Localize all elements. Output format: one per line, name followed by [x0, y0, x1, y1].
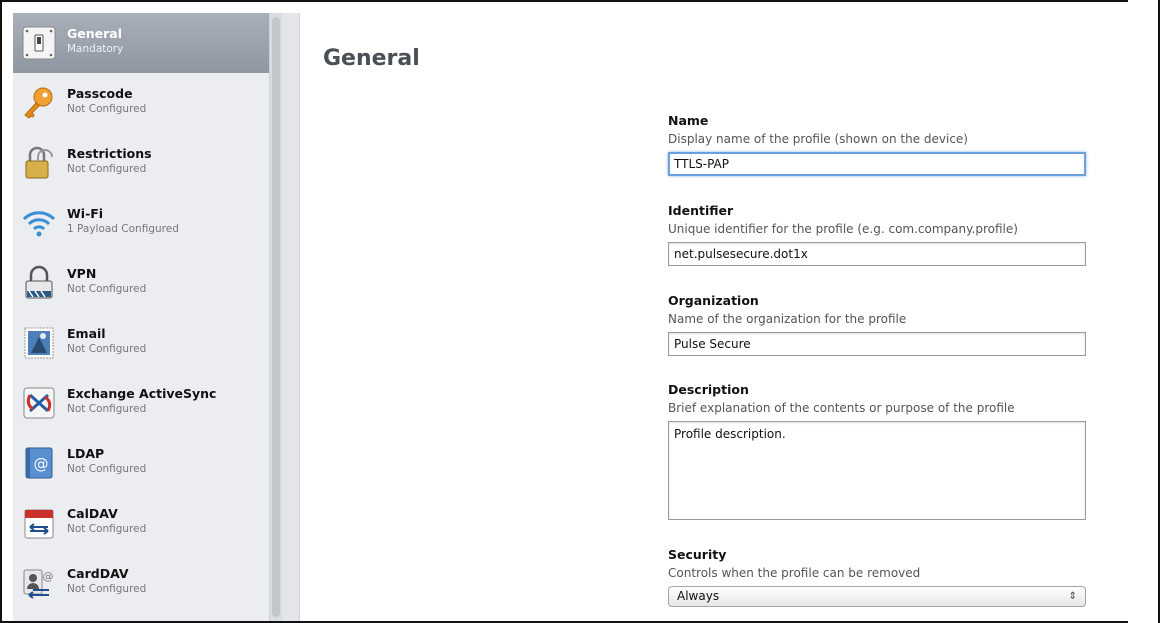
sidebar-item-general[interactable]: General Mandatory: [13, 13, 269, 73]
sidebar-item-ldap[interactable]: @ LDAP Not Configured: [13, 433, 269, 493]
sidebar-item-title: Restrictions: [67, 146, 152, 161]
updown-arrows-icon: ⇕: [1068, 591, 1077, 602]
identifier-help: Unique identifier for the profile (e.g. …: [668, 222, 1018, 236]
description-field-group: Description Brief explanation of the con…: [668, 382, 1088, 520]
security-help: Controls when the profile can be removed: [668, 566, 921, 580]
name-label: Name: [668, 113, 709, 128]
sidebar-item-title: CalDAV: [67, 506, 118, 521]
switch-icon: [21, 25, 57, 61]
contacts-icon: @: [21, 565, 57, 601]
organization-help: Name of the organization for the profile: [668, 312, 907, 326]
name-input[interactable]: TTLS-PAP: [668, 152, 1086, 176]
key-icon: [21, 85, 57, 121]
vpn-lock-icon: [21, 265, 57, 301]
sidebar-item-title: Passcode: [67, 86, 133, 101]
padlock-icon: [21, 145, 57, 181]
sidebar-item-status: Not Configured: [67, 163, 147, 175]
sidebar-item-status: Mandatory: [67, 43, 124, 55]
description-textarea[interactable]: Profile description.: [668, 421, 1086, 520]
security-select-value: Always: [677, 589, 720, 603]
sidebar-item-wifi[interactable]: Wi-Fi 1 Payload Configured: [13, 193, 269, 253]
svg-text:@: @: [43, 570, 54, 583]
organization-field-group: Organization Name of the organization fo…: [668, 293, 1088, 356]
sidebar-item-status: Not Configured: [67, 463, 147, 475]
sidebar-item-vpn[interactable]: VPN Not Configured: [13, 253, 269, 313]
sidebar-item-title: LDAP: [67, 446, 105, 461]
name-help: Display name of the profile (shown on th…: [668, 132, 968, 146]
sidebar-item-title: Exchange ActiveSync: [67, 386, 217, 401]
split-view-divider[interactable]: [282, 13, 300, 621]
sidebar-item-status: Not Configured: [67, 103, 147, 115]
security-select[interactable]: Always ⇕: [668, 586, 1086, 607]
sidebar-item-email[interactable]: Email Not Configured: [13, 313, 269, 373]
security-label: Security: [668, 547, 727, 562]
sidebar-scroll-thumb[interactable]: [272, 17, 280, 617]
page-title: General: [323, 46, 420, 71]
sidebar-item-status: Not Configured: [67, 523, 147, 535]
identifier-label: Identifier: [668, 203, 734, 218]
sidebar-item-title: VPN: [67, 266, 97, 281]
ldap-at-icon: @: [21, 445, 57, 481]
sidebar-item-status: Not Configured: [67, 343, 147, 355]
sidebar-item-status: Not Configured: [67, 283, 147, 295]
organization-label: Organization: [668, 293, 759, 308]
sidebar-item-status: Not Configured: [67, 403, 147, 415]
settings-panel: General Name Display name of the profile…: [301, 13, 1128, 621]
description-label: Description: [668, 382, 749, 397]
security-field-group: Security Controls when the profile can b…: [668, 547, 1088, 607]
sidebar-item-caldav[interactable]: CalDAV Not Configured: [13, 493, 269, 553]
sidebar-item-status: 1 Payload Configured: [67, 223, 179, 235]
sidebar-item-restrictions[interactable]: Restrictions Not Configured: [13, 133, 269, 193]
exchange-icon: [21, 385, 57, 421]
calendar-icon: [21, 505, 57, 541]
name-field-group: Name Display name of the profile (shown …: [668, 113, 1088, 176]
sidebar-item-title: Wi-Fi: [67, 206, 104, 221]
sidebar-item-passcode[interactable]: Passcode Not Configured: [13, 73, 269, 133]
description-help: Brief explanation of the contents or pur…: [668, 401, 1015, 415]
sidebar-item-carddav[interactable]: @ CardDAV Not Configured: [13, 553, 269, 613]
sidebar-item-title: CardDAV: [67, 566, 129, 581]
payload-sidebar: General Mandatory Passcode Not Configure…: [13, 13, 269, 621]
organization-input[interactable]: Pulse Secure: [668, 332, 1086, 356]
identifier-input[interactable]: net.pulsesecure.dot1x: [668, 242, 1086, 266]
sidebar-item-title: Email: [67, 326, 106, 341]
identifier-field-group: Identifier Unique identifier for the pro…: [668, 203, 1088, 266]
sidebar-item-status: Not Configured: [67, 583, 147, 595]
wifi-icon: [21, 205, 57, 241]
sidebar-scrollbar[interactable]: [269, 13, 282, 621]
email-stamp-icon: [21, 325, 57, 361]
window-right-margin: [1128, 0, 1158, 623]
sidebar-item-title: General: [67, 26, 122, 41]
svg-text:@: @: [34, 455, 49, 473]
sidebar-item-exchange-activesync[interactable]: Exchange ActiveSync Not Configured: [13, 373, 269, 433]
